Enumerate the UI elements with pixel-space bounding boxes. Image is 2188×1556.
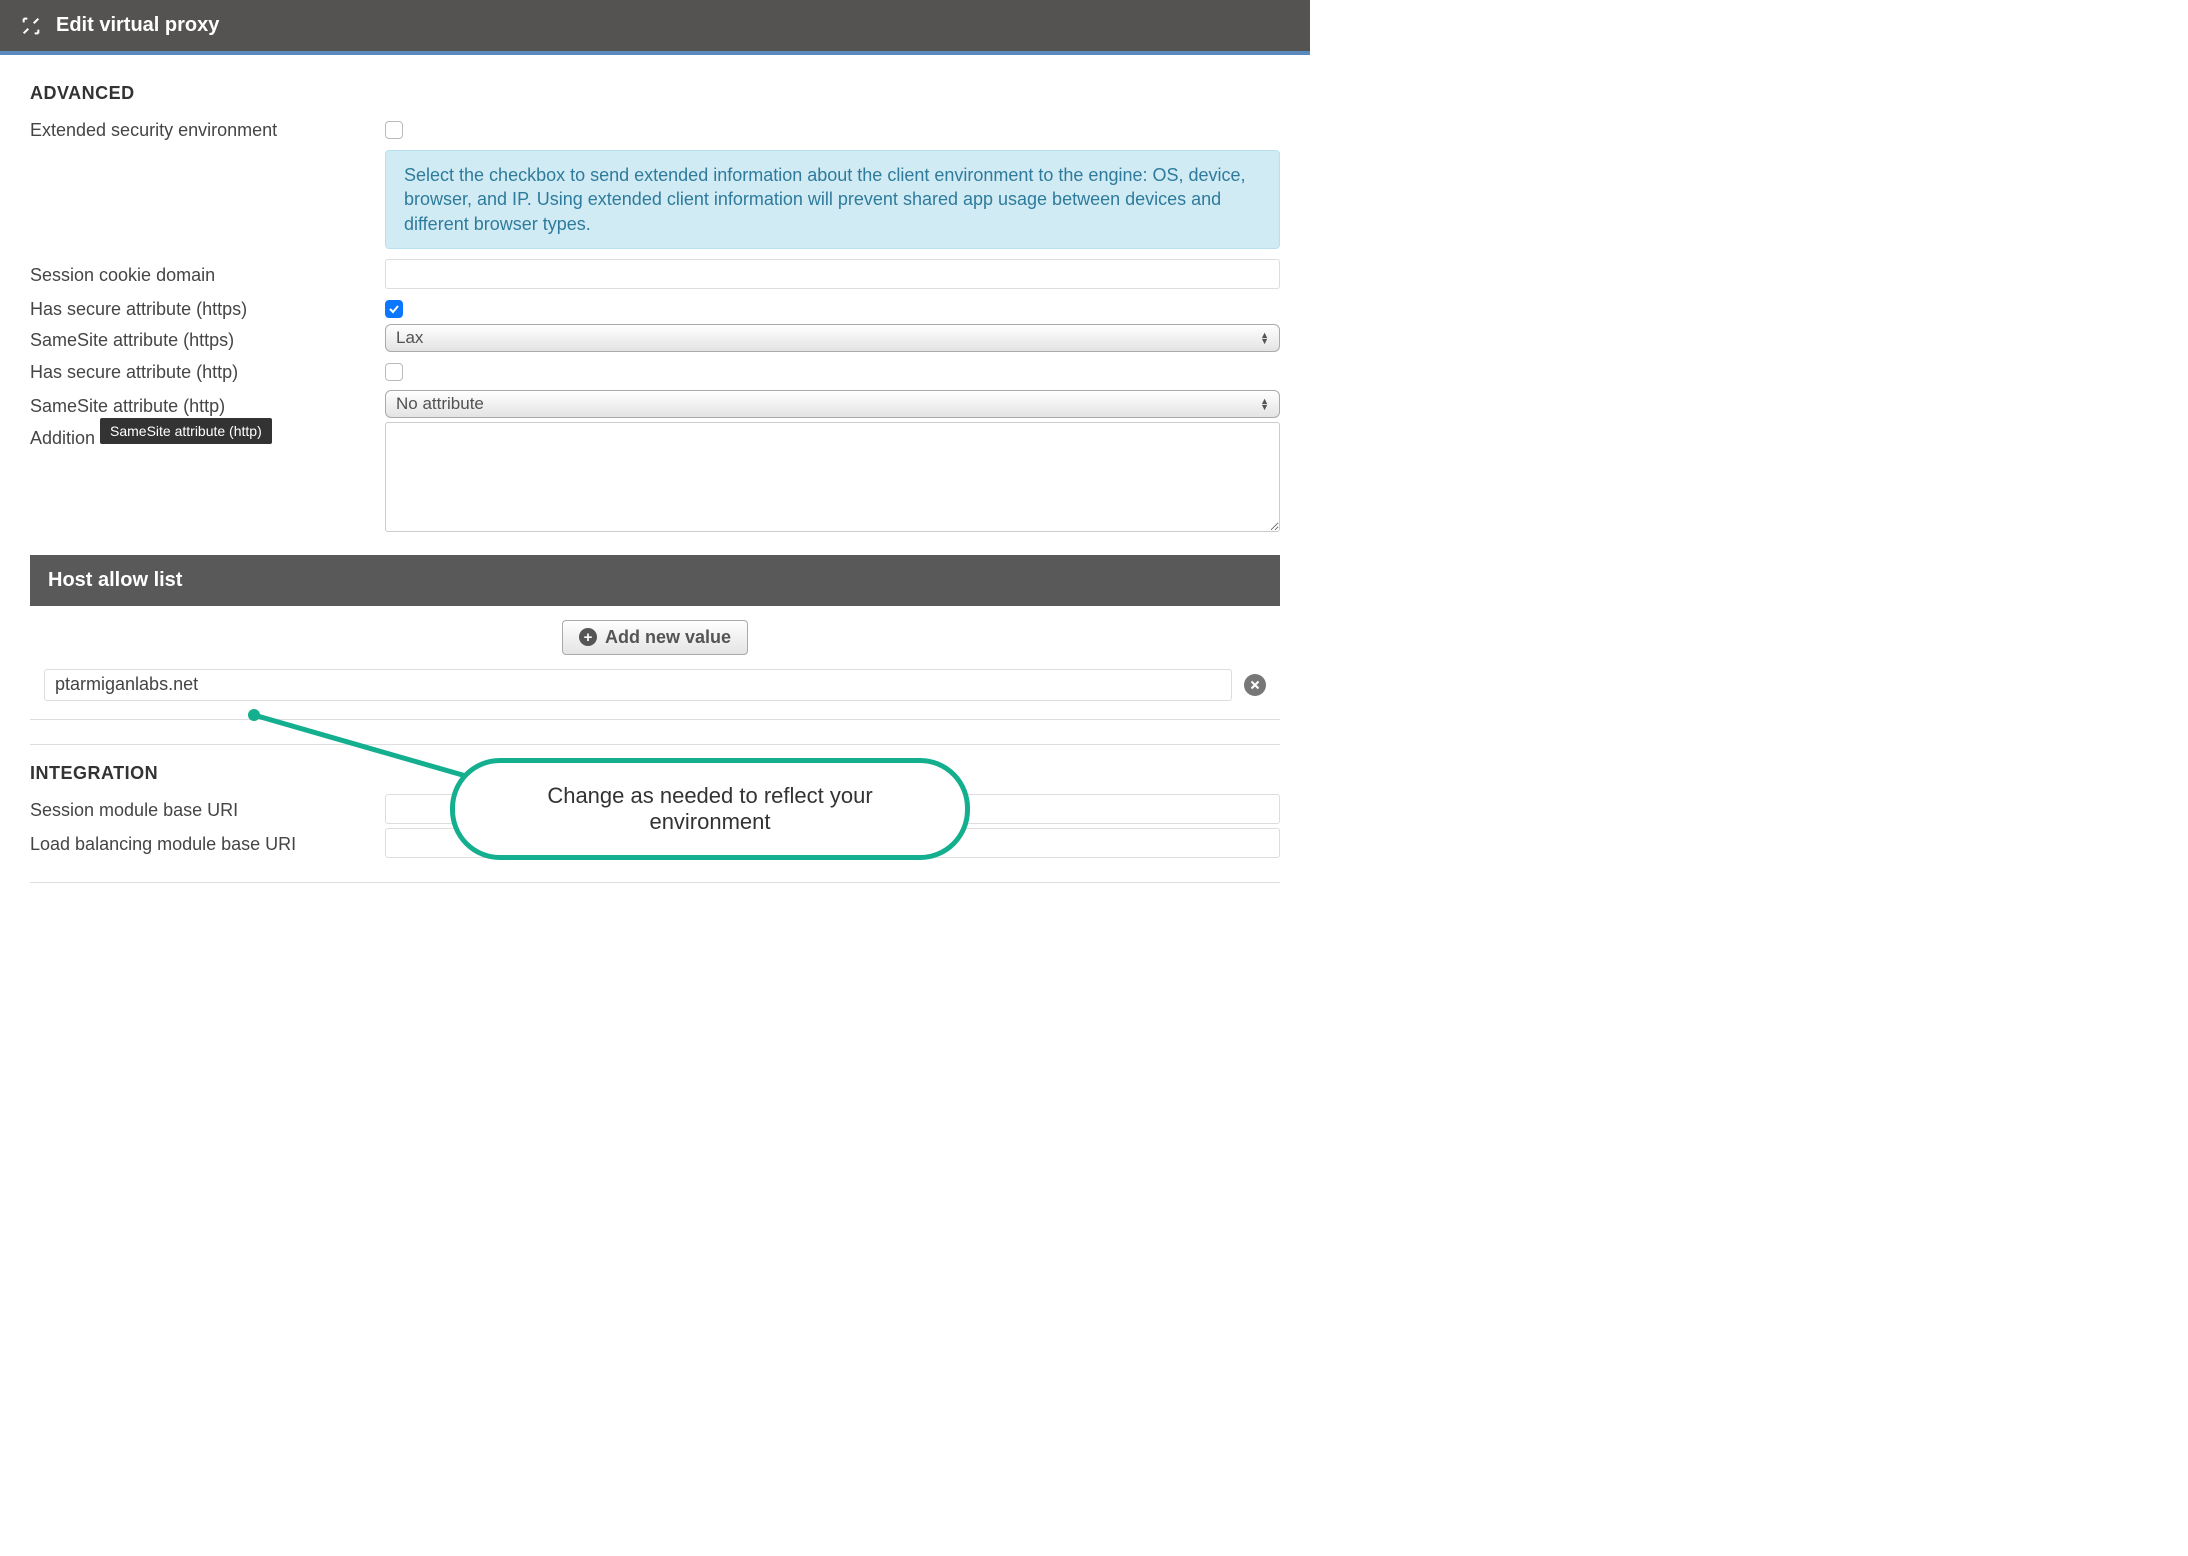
divider — [30, 744, 1280, 745]
add-new-value-button[interactable]: + Add new value — [562, 620, 748, 655]
label-samesite-http: SameSite attribute (http) — [30, 390, 385, 417]
tooltip-samesite-http: SameSite attribute (http) — [100, 418, 272, 444]
row-samesite-http: SameSite attribute (http) No attribute ▲… — [30, 390, 1280, 418]
add-new-value-label: Add new value — [605, 627, 731, 648]
label-additional: Addition SameSite attribute (http) — [30, 422, 385, 449]
group-body-host-allow: + Add new value — [30, 606, 1280, 720]
row-has-secure-http: Has secure attribute (http) — [30, 356, 1280, 386]
select-samesite-https-value: Lax — [396, 328, 423, 348]
select-samesite-http-value: No attribute — [396, 394, 484, 414]
info-extended-security: Select the checkbox to send extended inf… — [385, 150, 1280, 249]
page-header: Edit virtual proxy — [0, 0, 1310, 55]
label-extended-security: Extended security environment — [30, 114, 385, 141]
divider — [30, 882, 1280, 883]
input-lb-module-uri[interactable] — [385, 828, 1280, 858]
select-samesite-https[interactable]: Lax ▲▼ — [385, 324, 1280, 352]
section-title-integration: INTEGRATION — [30, 763, 1280, 784]
row-samesite-https: SameSite attribute (https) Lax ▲▼ — [30, 324, 1280, 352]
label-lb-module-uri: Load balancing module base URI — [30, 828, 385, 855]
row-extended-security: Extended security environment Select the… — [30, 114, 1280, 249]
checkbox-has-secure-https[interactable] — [385, 300, 403, 318]
remove-host-button[interactable] — [1244, 674, 1266, 696]
label-session-module-uri: Session module base URI — [30, 794, 385, 821]
host-allow-input[interactable] — [44, 669, 1232, 701]
group-header-host-allow: Host allow list — [30, 555, 1280, 606]
chevron-updown-icon: ▲▼ — [1260, 332, 1269, 344]
textarea-additional[interactable] — [385, 422, 1280, 532]
row-session-module-uri: Session module base URI — [30, 794, 1280, 824]
plus-icon: + — [579, 628, 597, 646]
label-has-secure-http: Has secure attribute (http) — [30, 356, 385, 383]
section-title-advanced: ADVANCED — [30, 83, 1280, 104]
page-title: Edit virtual proxy — [56, 14, 219, 37]
input-session-module-uri[interactable] — [385, 794, 1280, 824]
label-has-secure-https: Has secure attribute (https) — [30, 293, 385, 320]
host-allow-row — [30, 669, 1280, 701]
label-session-cookie-domain: Session cookie domain — [30, 259, 385, 286]
row-lb-module-uri: Load balancing module base URI — [30, 828, 1280, 858]
input-session-cookie-domain[interactable] — [385, 259, 1280, 289]
row-additional: Addition SameSite attribute (http) — [30, 422, 1280, 537]
chevron-updown-icon: ▲▼ — [1260, 398, 1269, 410]
row-session-cookie-domain: Session cookie domain — [30, 259, 1280, 289]
checkbox-has-secure-http[interactable] — [385, 363, 403, 381]
checkbox-extended-security[interactable] — [385, 121, 403, 139]
label-samesite-https: SameSite attribute (https) — [30, 324, 385, 351]
row-has-secure-https: Has secure attribute (https) — [30, 293, 1280, 320]
select-samesite-http[interactable]: No attribute ▲▼ — [385, 390, 1280, 418]
edit-icon — [20, 15, 42, 37]
